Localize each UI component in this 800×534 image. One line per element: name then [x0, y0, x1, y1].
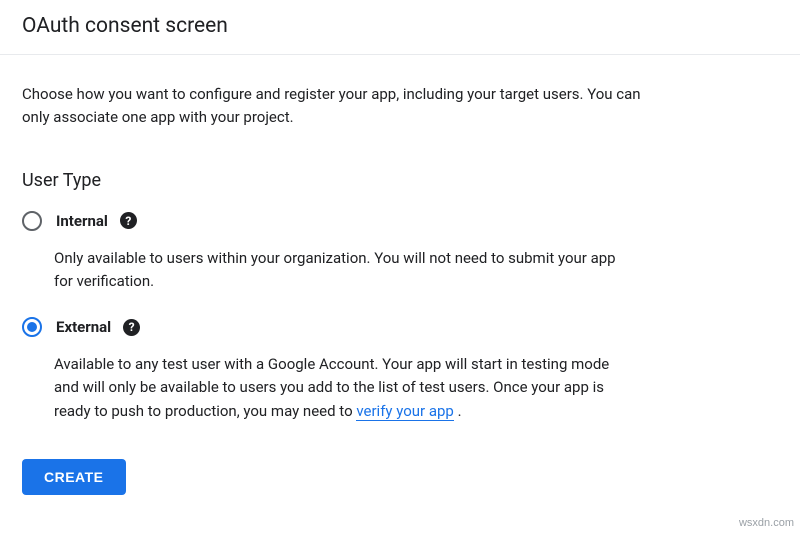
option-external: External ? Available to any test user wi… [22, 317, 778, 423]
page-title: OAuth consent screen [0, 0, 800, 55]
help-icon[interactable]: ? [123, 319, 140, 336]
radio-internal[interactable] [22, 211, 42, 231]
verify-app-link[interactable]: verify your app [356, 402, 454, 421]
section-title-user-type: User Type [22, 170, 778, 191]
external-description: Available to any test user with a Google… [54, 353, 634, 423]
external-desc-pre: Available to any test user with a Google… [54, 355, 609, 420]
internal-description: Only available to users within your orga… [54, 247, 634, 294]
radio-label-internal: Internal [56, 212, 108, 230]
create-button[interactable]: CREATE [22, 459, 126, 495]
content-area: Choose how you want to configure and reg… [0, 55, 800, 515]
radio-label-external: External [56, 318, 111, 336]
radio-external[interactable] [22, 317, 42, 337]
help-icon[interactable]: ? [120, 212, 137, 229]
watermark: wsxdn.com [739, 517, 794, 529]
option-internal: Internal ? Only available to users withi… [22, 211, 778, 294]
radio-row-internal[interactable]: Internal ? [22, 211, 778, 231]
intro-text: Choose how you want to configure and reg… [22, 83, 642, 130]
radio-row-external[interactable]: External ? [22, 317, 778, 337]
external-desc-post: . [454, 402, 462, 420]
